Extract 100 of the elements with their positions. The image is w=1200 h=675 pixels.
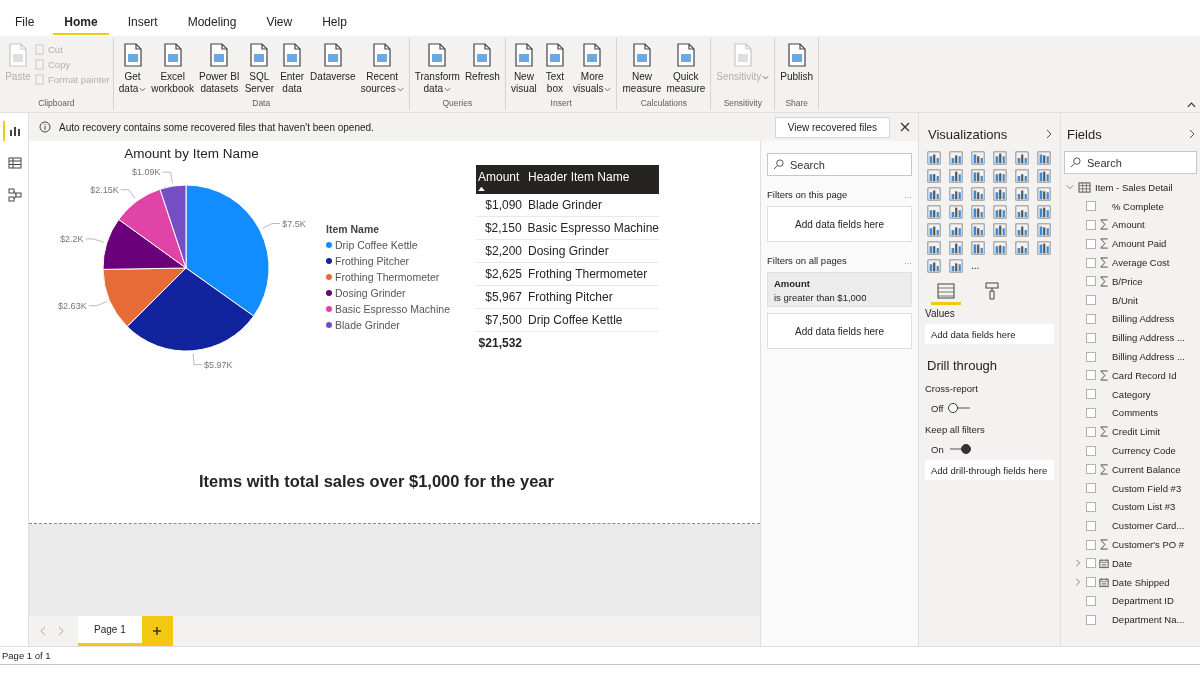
chart-icon[interactable]: [1037, 205, 1051, 219]
field-name[interactable]: Credit Limit: [1112, 426, 1161, 438]
checkbox[interactable]: [1086, 351, 1096, 362]
field-name[interactable]: Comments: [1112, 407, 1158, 419]
checkbox[interactable]: [1086, 257, 1096, 268]
chart-icon[interactable]: [927, 169, 941, 183]
toggle-switch[interactable]: [946, 402, 973, 414]
chart-icon[interactable]: [1015, 223, 1029, 237]
drop-well[interactable]: Add data fields here: [925, 324, 1054, 344]
chart-icon[interactable]: [971, 241, 985, 255]
chart-icon[interactable]: [971, 169, 985, 183]
chart-icon[interactable]: [1037, 223, 1051, 237]
add-page-button[interactable]: [141, 616, 173, 646]
ribbon-button[interactable]: Dataverse: [308, 42, 358, 98]
field-name[interactable]: Amount Paid: [1112, 238, 1167, 250]
field-name[interactable]: Custom Field #3: [1112, 482, 1182, 494]
checkbox[interactable]: [1086, 389, 1096, 400]
field-name[interactable]: Department Na...: [1112, 614, 1185, 626]
drop-well[interactable]: Add data fields here: [767, 313, 912, 349]
chart-icon[interactable]: [971, 151, 985, 165]
chart-icon[interactable]: [1037, 151, 1051, 165]
chart-icon[interactable]: [949, 205, 963, 219]
drop-well[interactable]: Add drill-through fields here: [925, 460, 1054, 480]
chart-icon[interactable]: [949, 187, 963, 201]
menu-tab[interactable]: Home: [53, 11, 109, 35]
chart-icon[interactable]: [1037, 241, 1051, 255]
field-name[interactable]: Currency Code: [1112, 445, 1176, 457]
chart-icon[interactable]: [949, 151, 963, 165]
ribbon-button[interactable]: Transform data: [412, 42, 462, 98]
checkbox[interactable]: [1086, 407, 1096, 418]
chart-icon[interactable]: [971, 205, 985, 219]
chart-icon[interactable]: [993, 169, 1007, 183]
chart-icon[interactable]: [1015, 187, 1029, 201]
chart-icon[interactable]: [971, 187, 985, 201]
ribbon-button[interactable]: More visuals: [570, 42, 614, 98]
field-name[interactable]: B/Unit: [1112, 294, 1138, 306]
ribbon-button[interactable]: Power BI datasets: [197, 42, 242, 98]
chart-icon[interactable]: [1015, 169, 1029, 183]
field-name[interactable]: Date: [1112, 557, 1133, 569]
chart-icon[interactable]: [927, 259, 941, 273]
checkbox[interactable]: [1086, 595, 1096, 606]
chevron-icon[interactable]: [1189, 129, 1195, 139]
table-node[interactable]: Item - Sales Detail: [1064, 178, 1197, 197]
field-name[interactable]: Amount: [1112, 219, 1145, 231]
field-name[interactable]: B/Price: [1112, 275, 1143, 287]
checkbox[interactable]: [1086, 220, 1096, 230]
field-name[interactable]: Department ID: [1112, 595, 1174, 607]
chart-icon[interactable]: [927, 241, 941, 255]
checkbox[interactable]: [1086, 426, 1096, 437]
chart-icon[interactable]: [993, 241, 1007, 255]
menu-tab[interactable]: Insert: [116, 11, 169, 35]
chart-icon[interactable]: [949, 259, 963, 273]
menu-tab[interactable]: Modeling: [176, 11, 248, 35]
ribbon-button[interactable]: Excel workbook: [149, 42, 197, 98]
ribbon-button[interactable]: Get data: [116, 42, 149, 98]
chart-icon[interactable]: [993, 205, 1007, 219]
field-name[interactable]: Card Record Id: [1112, 369, 1177, 381]
column-header[interactable]: Header Item Name: [526, 165, 659, 194]
chart-icon[interactable]: [927, 205, 941, 219]
chart-icon[interactable]: [949, 169, 963, 183]
chart-icon[interactable]: [1015, 205, 1029, 219]
checkbox[interactable]: [1086, 614, 1096, 625]
chart-icon[interactable]: [949, 241, 963, 255]
column-header[interactable]: Amount: [476, 165, 526, 194]
more-visuals[interactable]: ...: [971, 259, 1008, 273]
menu-tab[interactable]: File: [4, 11, 46, 35]
field-name[interactable]: Billing Address ...: [1112, 351, 1185, 363]
checkbox[interactable]: [1086, 558, 1096, 569]
checkbox[interactable]: [1086, 483, 1096, 494]
checkbox[interactable]: [1086, 464, 1096, 475]
ribbon-button[interactable]: Publish: [778, 42, 816, 98]
field-name[interactable]: Date Shipped: [1112, 576, 1170, 588]
field-name[interactable]: Billing Address ...: [1112, 332, 1185, 344]
field-name[interactable]: Billing Address: [1112, 313, 1175, 325]
chart-icon[interactable]: [993, 151, 1007, 165]
checkbox[interactable]: [1086, 238, 1096, 249]
chart-icon[interactable]: [927, 151, 941, 165]
view-recovered-button[interactable]: View recovered files: [774, 116, 890, 138]
filter-card[interactable]: Amount is greater than $1,000: [767, 272, 912, 307]
checkbox[interactable]: [1086, 201, 1096, 212]
ribbon-button[interactable]: Enter data: [277, 42, 308, 98]
ribbon-button[interactable]: Recent sources: [358, 42, 406, 98]
field-name[interactable]: Category: [1112, 388, 1151, 400]
ribbon-button[interactable]: SQL Server: [242, 42, 277, 98]
checkbox[interactable]: [1086, 295, 1096, 306]
checkbox[interactable]: [1086, 577, 1096, 588]
chart-icon[interactable]: [971, 223, 985, 237]
chart-icon[interactable]: [949, 223, 963, 237]
checkbox[interactable]: [1086, 332, 1096, 343]
search-field[interactable]: Search: [1064, 151, 1197, 174]
chart-icon[interactable]: [927, 187, 941, 201]
checkbox[interactable]: [1086, 445, 1096, 456]
chart-icon[interactable]: [1037, 169, 1051, 183]
chart-icon[interactable]: [1015, 241, 1029, 255]
menu-tab[interactable]: View: [255, 11, 304, 35]
field-name[interactable]: Custom List #3: [1112, 501, 1176, 513]
field-name[interactable]: Average Cost: [1112, 257, 1170, 269]
ribbon-button[interactable]: New visual: [508, 42, 539, 98]
ribbon-button[interactable]: Refresh: [462, 42, 502, 98]
chevron-icon[interactable]: [1046, 129, 1052, 139]
